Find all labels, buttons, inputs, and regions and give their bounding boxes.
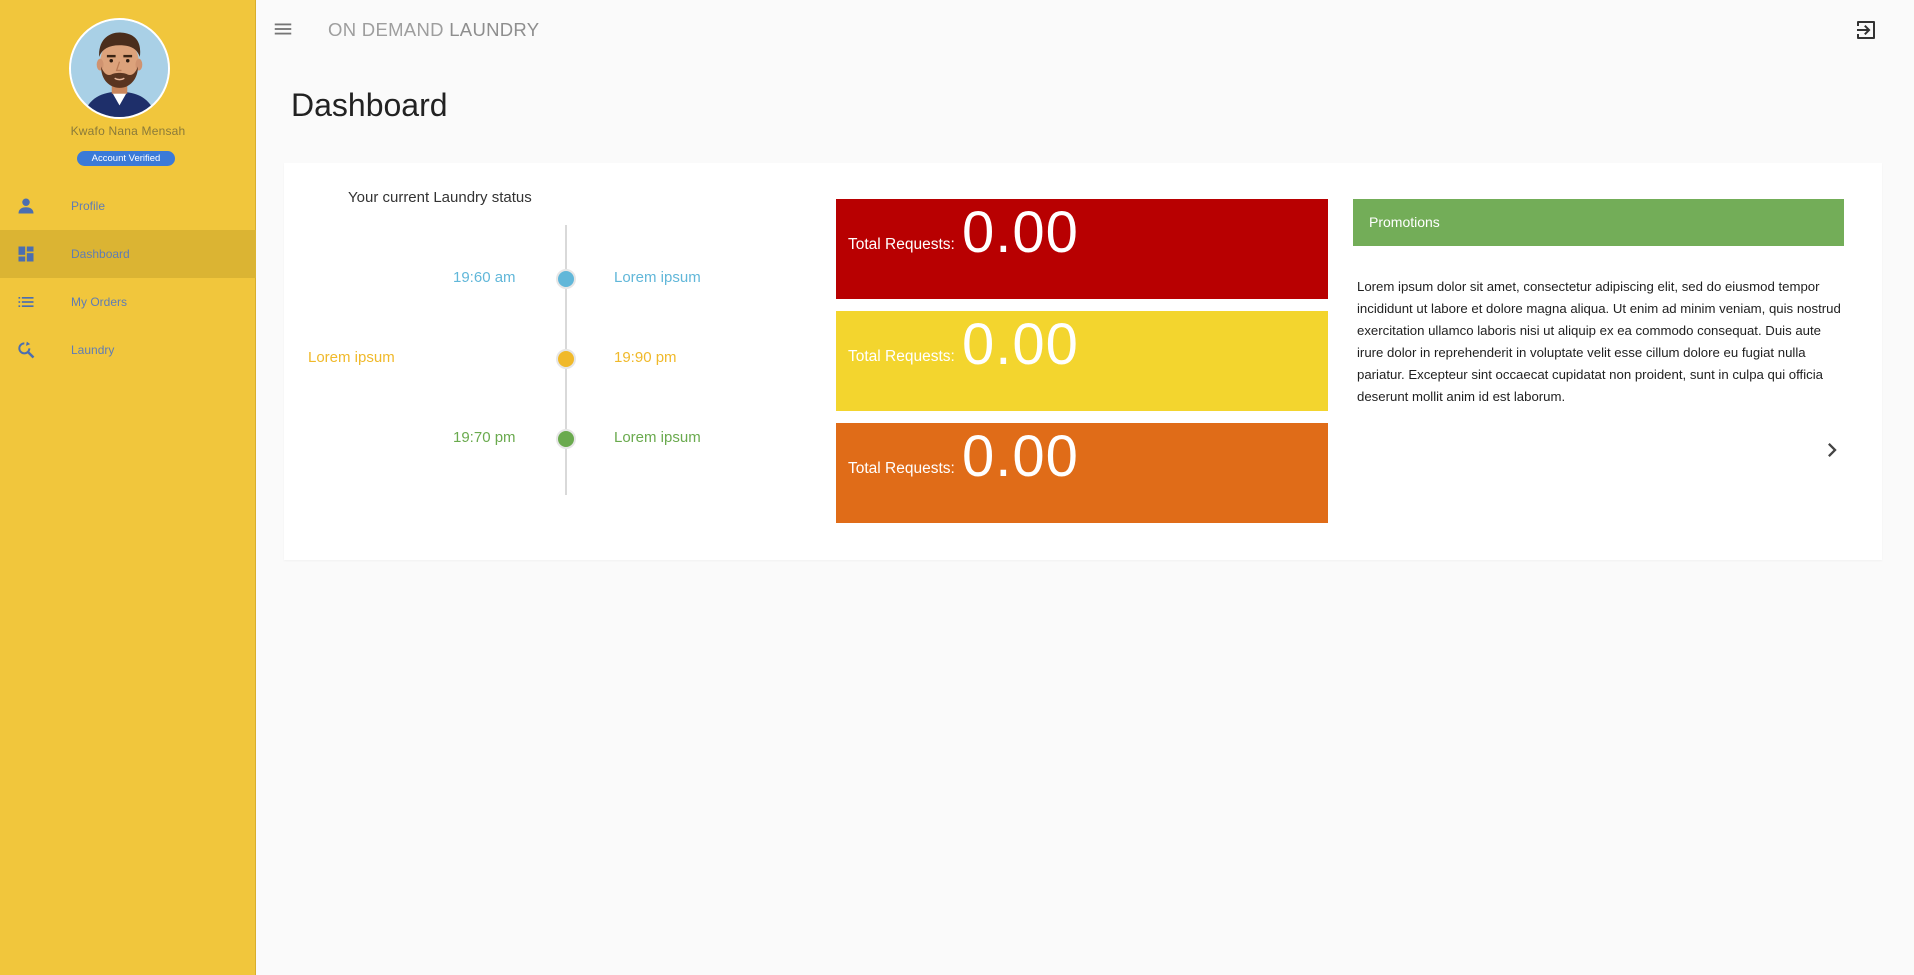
sidebar-item-profile[interactable]: Profile — [0, 182, 256, 230]
sidebar-nav: Profile Dashboard My Orders Laundry — [0, 182, 256, 374]
stat-value: 0.00 — [962, 424, 1079, 489]
menu-button[interactable] — [272, 18, 294, 40]
stat-label: Total Requests: — [848, 460, 955, 477]
timeline-time: 19:70 pm — [453, 429, 516, 446]
chevron-right-icon — [1828, 443, 1837, 457]
exit-icon — [1857, 21, 1875, 39]
list-icon — [16, 292, 36, 312]
sidebar-item-label: Profile — [71, 199, 106, 213]
stat-tile-total-requests[interactable]: Total Requests: 0.00 — [836, 311, 1328, 411]
stat-value: 0.00 — [962, 200, 1079, 265]
page-title: Dashboard — [291, 87, 448, 123]
stat-tile-total-requests[interactable]: Total Requests: 0.00 — [836, 199, 1328, 299]
sidebar-item-label: My Orders — [71, 295, 128, 309]
logout-button[interactable] — [1854, 18, 1878, 42]
dashboard-card: Your current Laundry status 19:60 am Lor… — [284, 163, 1882, 560]
avatar[interactable] — [69, 18, 170, 119]
stat-tile-total-requests[interactable]: Total Requests: 0.00 — [836, 423, 1328, 523]
timeline-label: Lorem ipsum — [614, 269, 701, 286]
timeline-dot — [556, 269, 576, 289]
sidebar-item-my-orders[interactable]: My Orders — [0, 278, 256, 326]
app-title-light: ON DEMAND — [328, 19, 444, 40]
sidebar-item-label: Dashboard — [71, 247, 130, 261]
sidebar-item-dashboard[interactable]: Dashboard — [0, 230, 256, 278]
sidebar: Kwafo Nana Mensah Account Verified Profi… — [0, 0, 256, 975]
stat-value: 0.00 — [962, 312, 1079, 377]
account-verified-badge: Account Verified — [77, 151, 175, 166]
timeline-time: 19:90 pm — [614, 349, 677, 366]
person-icon — [16, 196, 36, 216]
app-title: ON DEMAND LAUNDRY — [328, 19, 539, 41]
dashboard-icon — [16, 244, 36, 264]
sidebar-item-label: Laundry — [71, 343, 115, 357]
timeline-label: Lorem ipsum — [614, 429, 701, 446]
timeline-dot — [556, 349, 576, 369]
search-refresh-icon — [16, 340, 36, 360]
timeline-heading: Your current Laundry status — [348, 189, 532, 206]
app-title-strong: LAUNDRY — [449, 19, 540, 40]
timeline-time: 19:60 am — [453, 269, 516, 286]
stat-label: Total Requests: — [848, 236, 955, 253]
user-avatar-icon — [71, 20, 168, 117]
promotions-text: Lorem ipsum dolor sit amet, consectetur … — [1357, 279, 1841, 404]
promotions-header: Promotions — [1353, 199, 1844, 246]
timeline-dot — [556, 429, 576, 449]
promotions-next-button[interactable] — [1818, 436, 1846, 464]
user-name: Kwafo Nana Mensah — [70, 124, 186, 138]
sidebar-item-laundry[interactable]: Laundry — [0, 326, 256, 374]
stat-label: Total Requests: — [848, 348, 955, 365]
hamburger-icon — [274, 23, 292, 35]
timeline-label: Lorem ipsum — [308, 349, 395, 366]
